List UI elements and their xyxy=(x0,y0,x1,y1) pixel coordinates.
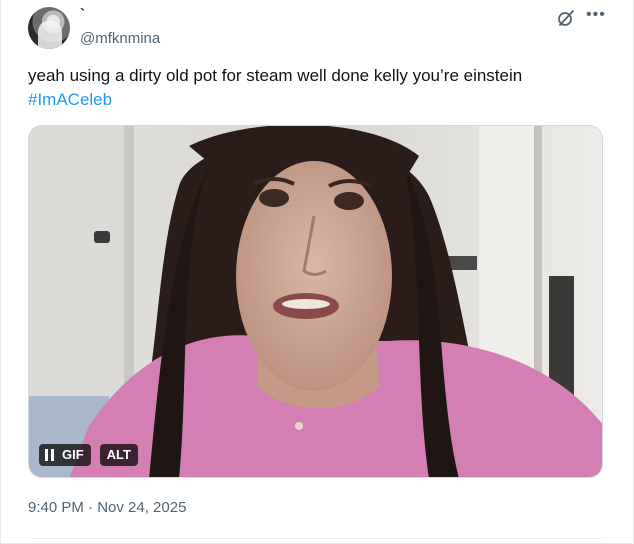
gif-badge: GIF xyxy=(57,444,91,466)
divider xyxy=(28,538,606,539)
alt-text-button[interactable]: ALT xyxy=(99,444,138,466)
tweet-card: ` @mfknmina ••• yeah using a dirty old p… xyxy=(0,0,634,544)
timestamp[interactable]: 9:40 PM · Nov 24, 2025 xyxy=(28,498,186,518)
grok-icon[interactable] xyxy=(557,9,575,27)
gif-frame xyxy=(29,126,602,477)
more-icon[interactable]: ••• xyxy=(586,7,605,26)
user-handle[interactable]: @mfknmina xyxy=(80,30,160,48)
pause-button[interactable] xyxy=(39,444,57,466)
display-name[interactable]: ` xyxy=(80,6,85,24)
pause-icon xyxy=(45,449,54,461)
media-controls: GIF ALT xyxy=(39,444,138,466)
tweet-text: yeah using a dirty old pot for steam wel… xyxy=(28,64,608,112)
avatar[interactable] xyxy=(28,7,70,49)
gif-media[interactable]: GIF ALT xyxy=(28,125,603,478)
avatar-figure xyxy=(38,21,62,49)
hashtag-link[interactable]: #ImACeleb xyxy=(28,90,112,109)
tweet-body: yeah using a dirty old pot for steam wel… xyxy=(28,66,523,85)
